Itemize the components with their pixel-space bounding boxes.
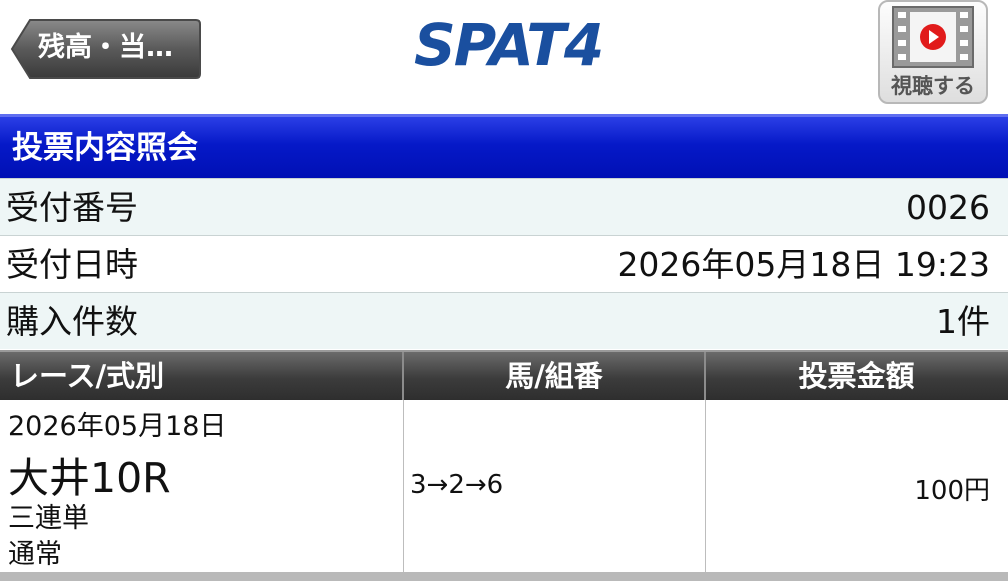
back-button[interactable]: 残高・当… <box>10 18 202 80</box>
page-title: 投票内容照会 <box>12 130 198 166</box>
bet-mode: 通常 <box>8 539 62 570</box>
receipt-number-label: 受付番号 <box>6 188 138 227</box>
purchase-count-row: 購入件数 1件 <box>0 292 1008 349</box>
received-at-value: 2026年05月18日 19:23 <box>617 245 990 284</box>
column-divider <box>403 400 404 572</box>
header-combination: 馬/組番 <box>505 359 603 393</box>
column-divider <box>705 400 706 572</box>
amount-value: 100円 <box>914 476 990 506</box>
purchase-count-label: 購入件数 <box>6 302 138 341</box>
received-at-label: 受付日時 <box>6 245 138 284</box>
film-play-icon <box>892 6 974 68</box>
table-row: 2026年05月18日 大井10R 三連単 通常 3→2→6 100円 <box>0 400 1008 572</box>
race-date: 2026年05月18日 <box>8 411 227 442</box>
spat4-logo: SPAT4 <box>414 11 604 79</box>
combination-value: 3→2→6 <box>410 470 504 500</box>
vote-inquiry-page: 残高・当… SPAT4 視聴する 投票内容照会 受付番号 0026 受付日時 2… <box>0 0 1008 581</box>
back-button-label: 残高・当… <box>38 32 173 63</box>
received-at-row: 受付日時 2026年05月18日 19:23 <box>0 235 1008 292</box>
top-bar: 残高・当… SPAT4 視聴する <box>0 0 1008 114</box>
watch-button-label: 視聴する <box>891 74 975 98</box>
race-name: 大井10R <box>8 454 171 502</box>
receipt-number-row: 受付番号 0026 <box>0 178 1008 235</box>
receipt-number-value: 0026 <box>906 188 990 227</box>
header-race-type: レース/式別 <box>10 359 165 393</box>
page-title-band: 投票内容照会 <box>0 114 1008 178</box>
header-amount: 投票金額 <box>798 359 915 393</box>
bet-table-header: レース/式別 馬/組番 投票金額 <box>0 350 1008 400</box>
purchase-count-value: 1件 <box>936 302 990 341</box>
bottom-divider <box>0 572 1008 581</box>
watch-button[interactable]: 視聴する <box>878 0 988 104</box>
bet-type: 三連単 <box>8 503 89 534</box>
